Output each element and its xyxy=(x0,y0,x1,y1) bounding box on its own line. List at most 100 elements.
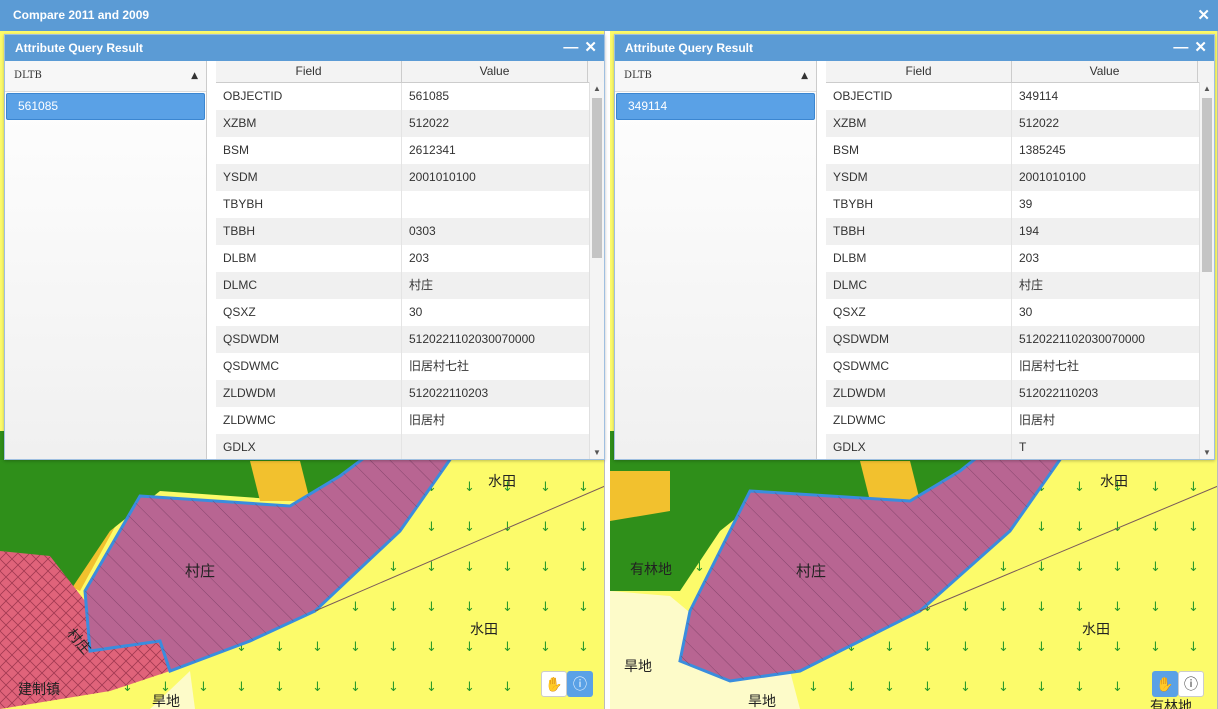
column-value[interactable]: Value xyxy=(402,61,588,82)
cell-field: ZLDWMC xyxy=(826,407,1012,434)
cell-field: QSDWDM xyxy=(826,326,1012,353)
cell-value: 旧居村七社 xyxy=(409,359,470,373)
sort-up-icon[interactable]: ▲ xyxy=(191,61,198,91)
map-label-village: 村庄 xyxy=(185,562,215,580)
table-row[interactable]: TBYBH 39 xyxy=(826,191,1214,218)
cell-field: BSM xyxy=(216,137,402,164)
table-row[interactable]: YSDM 2001010100 xyxy=(826,164,1214,191)
cell-value: 30 xyxy=(409,305,423,319)
close-icon[interactable]: ✕ xyxy=(1197,0,1210,31)
grid-scrollbar[interactable]: ▲ ▼ xyxy=(589,82,604,459)
hand-icon[interactable]: ✋ xyxy=(541,671,567,697)
table-row[interactable]: XZBM 512022 xyxy=(216,110,604,137)
scroll-up-icon[interactable]: ▲ xyxy=(590,84,604,93)
cell-value: 0303 xyxy=(409,224,436,238)
map-label-dry-1: 旱地 xyxy=(624,659,652,675)
cell-field: YSDM xyxy=(216,164,402,191)
cell-field: ZLDWDM xyxy=(216,380,402,407)
cell-field: QSXZ xyxy=(216,299,402,326)
map-label-dry: 旱地 xyxy=(152,694,180,709)
table-row[interactable]: GDLX T xyxy=(826,434,1214,459)
hand-icon[interactable]: ✋ xyxy=(1152,671,1178,697)
cell-field: OBJECTID xyxy=(826,83,1012,110)
list-header[interactable]: DLTB ▲ xyxy=(615,61,816,92)
table-row[interactable]: QSDWMC 旧居村七社 xyxy=(216,353,604,380)
table-row[interactable]: DLMC 村庄 xyxy=(216,272,604,299)
table-row[interactable]: BSM 1385245 xyxy=(826,137,1214,164)
cell-field: GDLX xyxy=(216,434,402,459)
table-row[interactable]: GDLX xyxy=(216,434,604,459)
close-icon[interactable]: ✕ xyxy=(1194,39,1207,56)
cell-value: 旧居村七社 xyxy=(1019,359,1080,373)
map-label-town: 建制镇 xyxy=(18,682,60,698)
cell-value: 5120221102030070000 xyxy=(1019,332,1145,346)
attribute-grid: Field Value OBJECTID 561085 XZBM 512022 BSM 2… xyxy=(216,61,604,459)
table-row[interactable]: OBJECTID 561085 xyxy=(216,83,604,110)
minimize-icon[interactable]: — xyxy=(563,39,578,56)
cell-value: 5120221102030070000 xyxy=(409,332,535,346)
map-label-paddy-1: 水田 xyxy=(488,474,516,490)
attribute-grid: Field Value OBJECTID 349114 XZBM 512022 BSM 1… xyxy=(826,61,1214,459)
scroll-thumb[interactable] xyxy=(592,98,602,258)
table-row[interactable]: TBYBH xyxy=(216,191,604,218)
map-label-dry-2: 旱地 xyxy=(748,694,776,709)
table-row[interactable]: QSDWDM 5120221102030070000 xyxy=(826,326,1214,353)
table-row[interactable]: QSXZ 30 xyxy=(826,299,1214,326)
sort-up-icon[interactable]: ▲ xyxy=(801,61,808,91)
table-row[interactable]: DLBM 203 xyxy=(826,245,1214,272)
table-row[interactable]: YSDM 2001010100 xyxy=(216,164,604,191)
table-row[interactable]: ZLDWMC 旧居村 xyxy=(826,407,1214,434)
cell-value xyxy=(402,191,588,218)
map-label-forest-2: 有林地 xyxy=(1150,699,1192,709)
minimize-icon[interactable]: — xyxy=(1173,39,1188,56)
grid-header: Field Value xyxy=(826,61,1214,83)
list-item[interactable]: 349114 xyxy=(616,93,815,120)
cell-field: XZBM xyxy=(826,110,1012,137)
panel-header[interactable]: Attribute Query Result — ✕ xyxy=(5,35,604,61)
table-row[interactable]: ZLDWDM 512022110203 xyxy=(826,380,1214,407)
table-row[interactable]: XZBM 512022 xyxy=(826,110,1214,137)
cell-value: 2612341 xyxy=(409,143,456,157)
list-item[interactable]: 561085 xyxy=(6,93,205,120)
scroll-down-icon[interactable]: ▼ xyxy=(1200,448,1214,457)
cell-value: T xyxy=(1019,440,1027,454)
cell-value: 194 xyxy=(1019,224,1040,238)
cell-field: TBBH xyxy=(216,218,402,245)
list-header-label: DLTB xyxy=(624,70,652,81)
table-row[interactable]: BSM 2612341 xyxy=(216,137,604,164)
scroll-down-icon[interactable]: ▼ xyxy=(590,448,604,457)
grid-scrollbar[interactable]: ▲ ▼ xyxy=(1199,82,1214,459)
cell-field: QSXZ xyxy=(826,299,1012,326)
table-row[interactable]: TBBH 194 xyxy=(826,218,1214,245)
cell-field: XZBM xyxy=(216,110,402,137)
table-row[interactable]: TBBH 0303 xyxy=(216,218,604,245)
cell-field: DLMC xyxy=(216,272,402,299)
cell-field: DLBM xyxy=(216,245,402,272)
cell-field: QSDWMC xyxy=(826,353,1012,380)
info-icon[interactable]: ⓘ xyxy=(567,671,593,697)
column-field[interactable]: Field xyxy=(216,61,402,82)
map-label-village: 村庄 xyxy=(796,562,826,580)
table-row[interactable]: QSXZ 30 xyxy=(216,299,604,326)
panel-header[interactable]: Attribute Query Result — ✕ xyxy=(615,35,1214,61)
table-row[interactable]: ZLDWMC 旧居村 xyxy=(216,407,604,434)
close-icon[interactable]: ✕ xyxy=(584,39,597,56)
cell-value: 村庄 xyxy=(1019,278,1044,292)
table-row[interactable]: QSDWDM 5120221102030070000 xyxy=(216,326,604,353)
table-row[interactable]: DLMC 村庄 xyxy=(826,272,1214,299)
info-icon[interactable]: ⓘ xyxy=(1178,671,1204,697)
column-value[interactable]: Value xyxy=(1012,61,1198,82)
scroll-up-icon[interactable]: ▲ xyxy=(1200,84,1214,93)
list-header[interactable]: DLTB ▲ xyxy=(5,61,206,92)
scroll-thumb[interactable] xyxy=(1202,98,1212,272)
map-label-paddy-1: 水田 xyxy=(1100,474,1128,490)
window-titlebar: Compare 2011 and 2009 ✕ xyxy=(0,0,1218,31)
map-label-paddy-2: 水田 xyxy=(1082,622,1110,638)
table-row[interactable]: DLBM 203 xyxy=(216,245,604,272)
table-row[interactable]: OBJECTID 349114 xyxy=(826,83,1214,110)
table-row[interactable]: ZLDWDM 512022110203 xyxy=(216,380,604,407)
table-row[interactable]: QSDWMC 旧居村七社 xyxy=(826,353,1214,380)
column-field[interactable]: Field xyxy=(826,61,1012,82)
cell-field: GDLX xyxy=(826,434,1012,459)
cell-value: 512022 xyxy=(1019,116,1060,130)
